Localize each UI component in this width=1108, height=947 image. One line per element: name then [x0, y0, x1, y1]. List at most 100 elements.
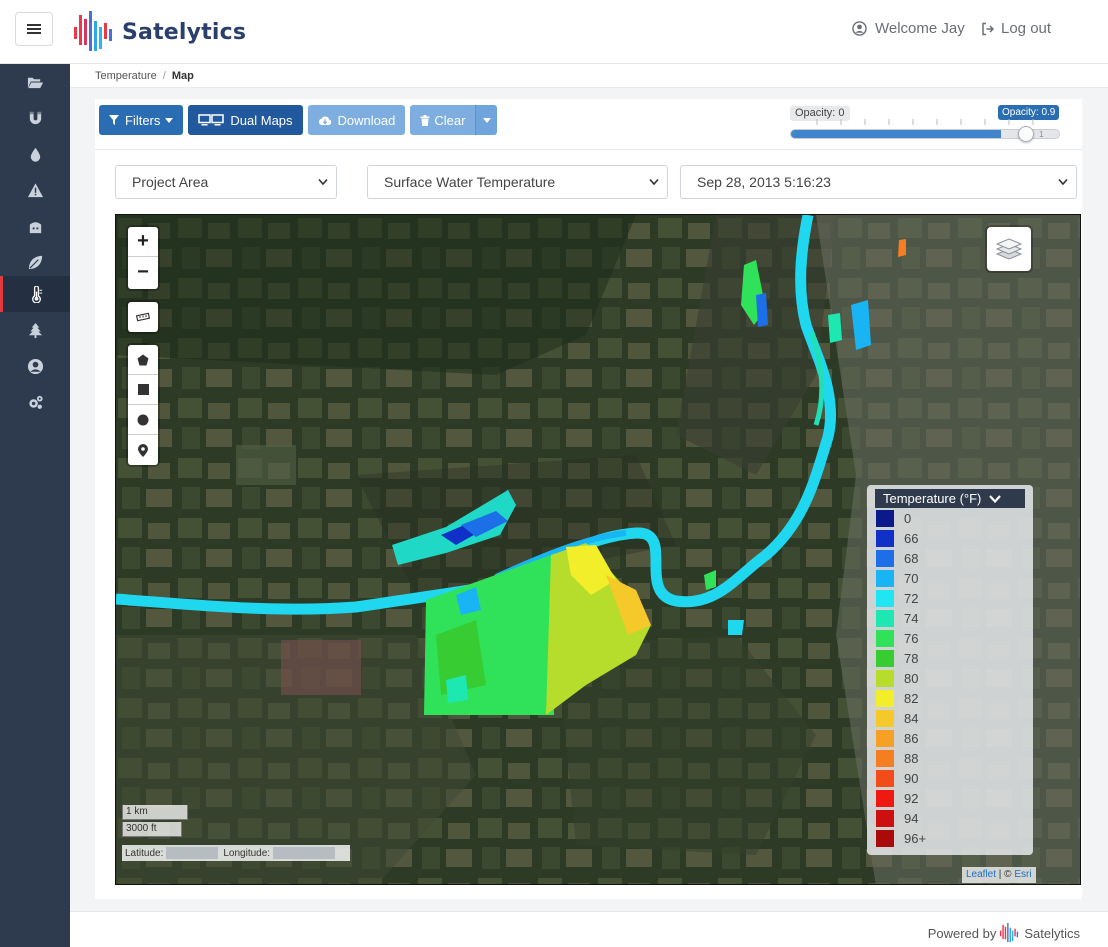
chevron-down-icon: [989, 494, 1002, 503]
footer-brand[interactable]: Satelytics: [1024, 926, 1080, 941]
sidebar-item-temperature[interactable]: [0, 276, 70, 312]
clear-label: Clear: [434, 112, 466, 128]
dual-maps-button[interactable]: Dual Maps: [188, 105, 303, 135]
legend-label: 84: [904, 710, 919, 726]
leaf-icon: [28, 255, 42, 269]
legend-item: 96+: [875, 828, 1025, 848]
legend-header[interactable]: Temperature (°F): [875, 489, 1025, 508]
legend-label: 74: [904, 610, 919, 626]
zoom-control: + −: [128, 227, 158, 289]
legend-label: 96+: [904, 830, 927, 846]
brand-logo[interactable]: Satelytics: [72, 8, 246, 56]
opacity-fill: [791, 130, 1001, 138]
download-label: Download: [337, 112, 396, 128]
area-select[interactable]: Project Area: [115, 165, 337, 199]
esri-link[interactable]: Esri: [1014, 869, 1031, 880]
legend-list: 0 66 68 70 72 74 76 78 80 82 84 86 88 90 92 94 96+: [875, 508, 1025, 848]
breadcrumb-parent[interactable]: Temperature: [95, 70, 157, 82]
folder-open-icon: [27, 77, 43, 88]
sidebar-item-account[interactable]: [0, 348, 70, 384]
breadcrumb-current: Map: [171, 69, 194, 82]
legend-item: 92: [875, 788, 1025, 808]
draw-marker-button[interactable]: [128, 435, 158, 465]
logout-link[interactable]: Log out: [981, 20, 1051, 37]
measure-button[interactable]: [128, 302, 158, 332]
top-navbar: Satelytics Welcome Jay Log out: [0, 0, 1108, 64]
hamburger-icon: [27, 24, 41, 34]
welcome-text: Welcome Jay: [875, 20, 965, 37]
parameter-select[interactable]: Surface Water Temperature: [367, 165, 668, 199]
legend-label: 70: [904, 570, 919, 586]
welcome-user[interactable]: Welcome Jay: [852, 20, 965, 37]
caret-down-icon: [165, 117, 174, 123]
cogs-icon: [28, 395, 43, 409]
legend-label: 88: [904, 750, 919, 766]
cloud-download-icon: [318, 116, 331, 125]
opacity-handle[interactable]: [1018, 126, 1034, 142]
legend-label: 90: [904, 770, 919, 786]
draw-polygon-button[interactable]: [128, 345, 158, 375]
layers-button[interactable]: [987, 227, 1031, 271]
map-toolbar: Filters Dual Maps Download Clear: [99, 105, 498, 135]
legend-title: Temperature (°F): [883, 491, 982, 506]
date-select[interactable]: Sep 28, 2013 5:16:23: [680, 165, 1077, 199]
sidebar-item-vegetation[interactable]: [0, 244, 70, 280]
legend-item: 88: [875, 748, 1025, 768]
scale-bar: 1 km 3000 ft: [122, 805, 188, 839]
powered-by-label: Powered by: [927, 925, 997, 941]
opacity-slider[interactable]: Opacity: 0 Opacity: 0.9 1: [785, 103, 1065, 143]
caret-down-icon: [482, 117, 491, 123]
sidebar-item-magnet[interactable]: [0, 100, 70, 136]
legend-swatch: [876, 529, 894, 547]
legend-swatch: [876, 509, 894, 527]
legend-swatch: [876, 569, 894, 587]
zoom-out-button[interactable]: −: [128, 257, 158, 287]
oil-tank-icon: [29, 221, 41, 233]
legend-swatch: [876, 709, 894, 727]
filters-label: Filters: [125, 112, 161, 128]
legend-label: 66: [904, 530, 919, 546]
legend-swatch: [876, 649, 894, 667]
tree-icon: [28, 322, 42, 338]
scale-km: 1 km: [122, 805, 188, 820]
clear-button[interactable]: Clear: [410, 105, 476, 135]
sidebar-item-water[interactable]: [0, 136, 70, 172]
sidebar-item-alerts[interactable]: [0, 172, 70, 208]
legend-swatch: [876, 689, 894, 707]
draw-circle-button[interactable]: [128, 405, 158, 435]
ruler-icon: [136, 312, 150, 322]
sidebar-item-forestry[interactable]: [0, 312, 70, 348]
legend-item: 94: [875, 808, 1025, 828]
satellite-map[interactable]: + − Temperature (°F) 0 66 68 70 72 74 76…: [115, 214, 1081, 885]
clear-options-toggle[interactable]: [475, 105, 498, 135]
legend-swatch: [876, 729, 894, 747]
leaflet-link[interactable]: Leaflet: [966, 869, 996, 880]
download-button[interactable]: Download: [307, 105, 406, 135]
draw-rectangle-button[interactable]: [128, 375, 158, 405]
logout-label: Log out: [1001, 20, 1052, 37]
menu-toggle-button[interactable]: [15, 12, 53, 46]
sidebar-item-tanks[interactable]: [0, 208, 70, 244]
date-select-value: Sep 28, 2013 5:16:23: [697, 174, 831, 190]
coordinate-readout: Latitude: Longitude:: [122, 845, 350, 861]
legend-swatch: [876, 769, 894, 787]
dual-monitor-icon: [198, 114, 225, 126]
sidebar-item-projects[interactable]: [0, 64, 70, 100]
zoom-in-button[interactable]: +: [128, 227, 158, 257]
legend-item: 78: [875, 648, 1025, 668]
satelytics-logo-icon: [74, 11, 112, 51]
user-circle-icon: [27, 358, 43, 374]
thermometer-icon: [32, 285, 43, 303]
area-select-value: Project Area: [132, 174, 209, 190]
filter-icon: [109, 115, 119, 125]
legend-swatch: [876, 789, 894, 807]
satelytics-logo-icon: [1000, 922, 1019, 943]
filters-button[interactable]: Filters: [99, 105, 184, 135]
sidebar-item-settings[interactable]: [0, 384, 70, 420]
legend-swatch: [876, 549, 894, 567]
breadcrumb-separator: /: [162, 69, 166, 82]
droplet-icon: [30, 147, 40, 162]
scale-ft: 3000 ft: [122, 822, 182, 837]
legend-item: 80: [875, 668, 1025, 688]
legend-label: 72: [904, 590, 919, 606]
